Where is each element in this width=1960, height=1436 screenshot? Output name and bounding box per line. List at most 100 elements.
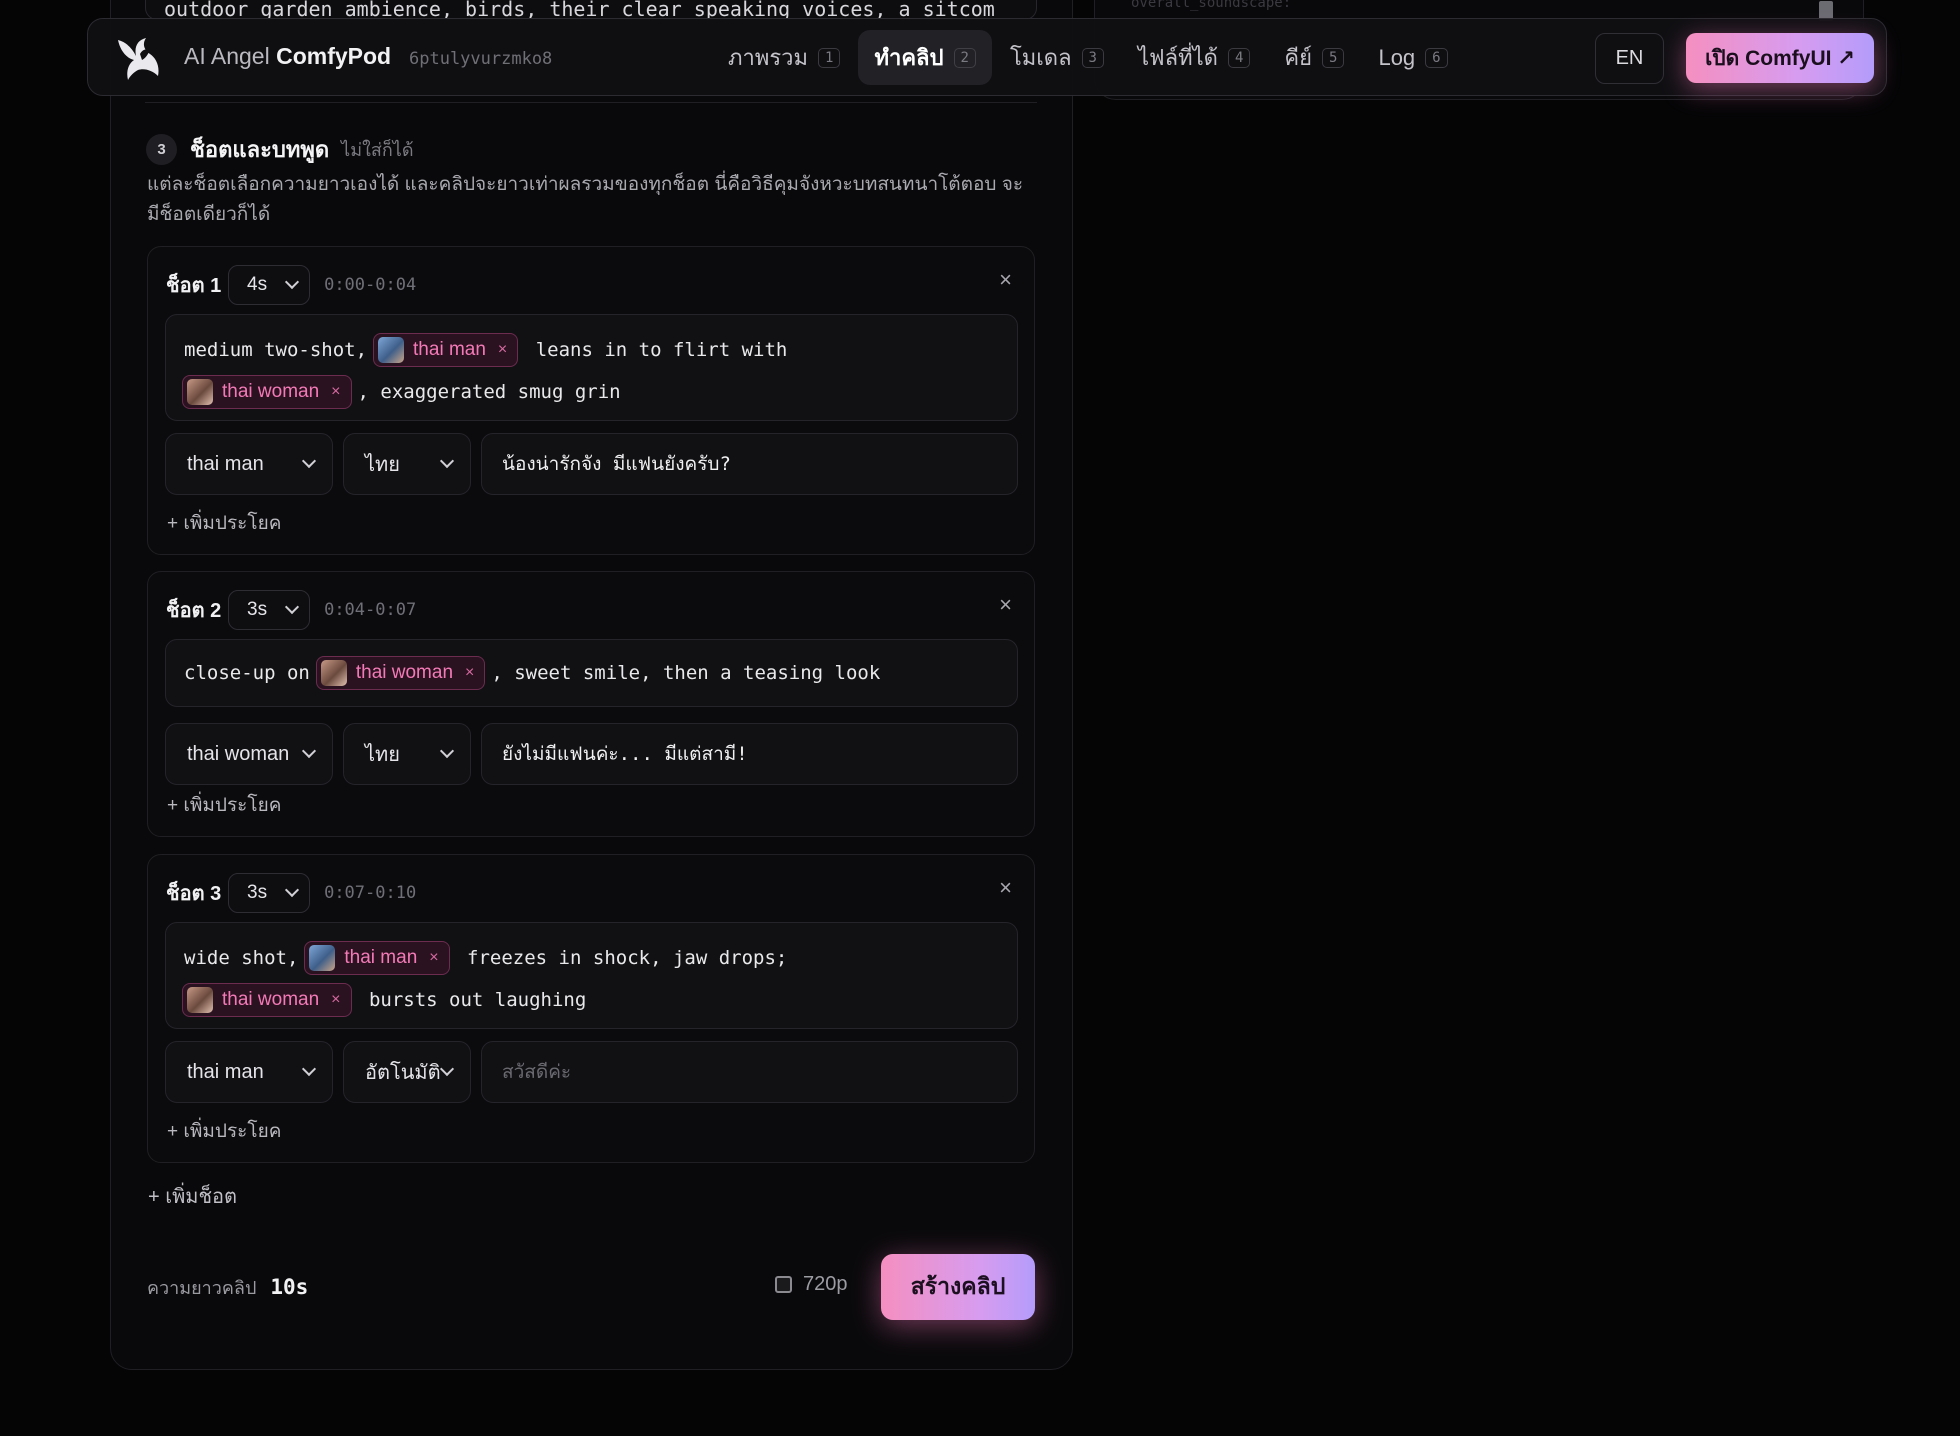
duration-value: 4s: [247, 274, 268, 295]
time-range: 0:04-0:07: [324, 600, 417, 620]
tab-shortcut: 2: [953, 47, 976, 68]
chip-label: thai woman: [222, 381, 320, 402]
add-shot-button[interactable]: + เพิ่มช็อต: [148, 1180, 237, 1212]
tab-label: คีย์: [1284, 45, 1313, 70]
add-line-button[interactable]: + เพิ่มประโยค: [167, 790, 281, 820]
language-select[interactable]: อัตโนมัติ: [343, 1041, 471, 1103]
close-icon[interactable]: ×: [498, 341, 507, 359]
add-line-button[interactable]: + เพิ่มประโยค: [167, 1116, 281, 1146]
speaker-select[interactable]: thai woman: [165, 723, 333, 785]
add-line-button[interactable]: + เพิ่มประโยค: [167, 508, 281, 538]
chip-label: thai woman: [222, 989, 320, 1010]
prompt-text: bursts out laughing: [357, 989, 587, 1011]
shot-card: ช็อต 1 4s 0:00-0:04 × medium two-shot, t…: [147, 246, 1035, 555]
chip-label: thai man: [413, 339, 486, 360]
dialogue-input[interactable]: สวัสดีค่ะ: [481, 1041, 1018, 1103]
tab-outputs[interactable]: ไฟล์ที่ได้ 4: [1122, 30, 1266, 85]
character-chip[interactable]: thai woman ×: [182, 983, 352, 1017]
tab-models[interactable]: โมเดล 3: [994, 30, 1120, 85]
create-clip-button[interactable]: สร้างคลิป: [881, 1254, 1035, 1320]
avatar: [320, 660, 347, 686]
language-value: ไทย: [365, 744, 400, 766]
tab-label: โมเดล: [1009, 45, 1072, 70]
chevron-down-icon: [285, 882, 300, 898]
right-panel-text: overall_soundscape:: [1131, 0, 1292, 11]
shot-prompt-field[interactable]: close-up on thai woman × , sweet smile, t…: [165, 639, 1018, 707]
dialogue-line-row: thai man อัตโนมัติ สวัสดีค่ะ: [165, 1041, 1018, 1103]
language-toggle-button[interactable]: EN: [1595, 33, 1664, 84]
section-title: ช็อตและบทพูด: [190, 137, 330, 162]
section-header: 3 ช็อตและบทพูด ไม่ใส่ก็ได้: [146, 132, 414, 167]
clip-length-value: 10s: [270, 1275, 309, 1299]
language-value: อัตโนมัติ: [365, 1062, 441, 1084]
speaker-select[interactable]: thai man: [165, 433, 333, 495]
resolution-toggle[interactable]: 720p: [775, 1273, 848, 1296]
section-description: แต่ละช็อตเลือกความยาวเองได้ และคลิปจะยาว…: [147, 174, 1024, 225]
language-select[interactable]: ไทย: [343, 433, 471, 495]
shot-label: ช็อต 2: [166, 600, 222, 622]
shot-prompt-field[interactable]: wide shot, thai man × freezes in shock, j…: [165, 922, 1018, 1029]
remove-shot-button[interactable]: ×: [999, 877, 1012, 899]
remove-shot-button[interactable]: ×: [999, 594, 1012, 616]
time-range: 0:00-0:04: [324, 275, 417, 295]
character-chip[interactable]: thai man ×: [373, 333, 519, 367]
language-select[interactable]: ไทย: [343, 723, 471, 785]
tab-shortcut: 3: [1081, 47, 1104, 68]
prompt-text: , exaggerated smug grin: [357, 381, 621, 403]
tab-overview[interactable]: ภาพรวม 1: [712, 30, 856, 85]
time-range: 0:07-0:10: [324, 883, 417, 903]
duration-select[interactable]: 4s: [228, 265, 311, 305]
shot-header: ช็อต 3 3s 0:07-0:10: [166, 873, 416, 913]
clip-length-label: ความยาวคลิป: [147, 1278, 257, 1298]
remove-shot-button[interactable]: ×: [999, 269, 1012, 291]
brand-name: AI Angel ComfyPod: [184, 43, 391, 70]
dialogue-input[interactable]: น้องน่ารักจัง มีแฟนยังครับ?: [481, 433, 1018, 495]
divider: [145, 102, 1037, 103]
tab-shortcut: 6: [1425, 47, 1448, 68]
speaker-value: thai man: [187, 452, 264, 475]
scene-prompt-field[interactable]: outdoor garden ambience, birds, their cl…: [145, 0, 1037, 20]
close-icon[interactable]: ×: [331, 991, 340, 1009]
prompt-text: , sweet smile, then a teasing look: [491, 662, 881, 684]
prompt-line: close-up on thai woman × , sweet smile, t…: [184, 652, 999, 694]
tab-keys[interactable]: คีย์ 5: [1268, 30, 1360, 85]
chevron-down-icon: [439, 1061, 455, 1077]
tab-label: ทำคลิป: [874, 45, 944, 70]
dialogue-line-row: thai woman ไทย ยังไม่มีแฟนค่ะ... มีแต่สา…: [165, 723, 1018, 785]
character-chip[interactable]: thai woman ×: [315, 656, 486, 690]
speaker-value: thai man: [187, 1060, 264, 1083]
character-chip[interactable]: thai man ×: [304, 941, 450, 975]
step-badge: 3: [146, 134, 177, 165]
speaker-select[interactable]: thai man: [165, 1041, 333, 1103]
avatar: [378, 337, 405, 363]
chevron-down-icon: [301, 743, 317, 759]
tab-make-clip[interactable]: ทำคลิป 2: [858, 30, 992, 85]
nav-tabs: ภาพรวม 1 ทำคลิป 2 โมเดล 3 ไฟล์ที่ได้ 4 คีย์ 5…: [712, 30, 1464, 85]
shot-card: ช็อต 2 3s 0:04-0:07 × close-up on thai w…: [147, 571, 1035, 837]
prompt-line: thai woman × , exaggerated smug grin: [182, 371, 999, 413]
tab-log[interactable]: Log 6: [1362, 30, 1463, 85]
close-icon[interactable]: ×: [331, 383, 340, 401]
clip-length: ความยาวคลิป 10s: [147, 1273, 308, 1302]
open-comfyui-button[interactable]: เปิด ComfyUI ↗: [1686, 33, 1874, 83]
chevron-down-icon: [439, 453, 455, 469]
shot-prompt-field[interactable]: medium two-shot, thai man × leans in to f…: [165, 314, 1018, 421]
duration-select[interactable]: 3s: [228, 590, 311, 630]
language-value: ไทย: [365, 454, 400, 476]
angel-logo-icon: [118, 38, 159, 80]
resolution-checkbox[interactable]: [775, 1276, 792, 1293]
prompt-line: thai woman × bursts out laughing: [182, 979, 999, 1021]
optional-label: ไม่ใส่ก็ได้: [341, 140, 414, 160]
duration-select[interactable]: 3s: [228, 873, 311, 913]
duration-value: 3s: [247, 882, 268, 903]
chevron-down-icon: [439, 743, 455, 759]
dialogue-input[interactable]: ยังไม่มีแฟนค่ะ... มีแต่สามี!: [481, 723, 1018, 785]
prompt-line: medium two-shot, thai man × leans in to f…: [184, 329, 999, 371]
chevron-down-icon: [301, 1061, 317, 1077]
character-chip[interactable]: thai woman ×: [182, 375, 352, 409]
close-icon[interactable]: ×: [429, 949, 438, 967]
avatar: [309, 945, 336, 971]
chip-label: thai woman: [355, 662, 454, 683]
close-icon[interactable]: ×: [465, 664, 474, 682]
brand-bold: ComfyPod: [276, 43, 392, 69]
